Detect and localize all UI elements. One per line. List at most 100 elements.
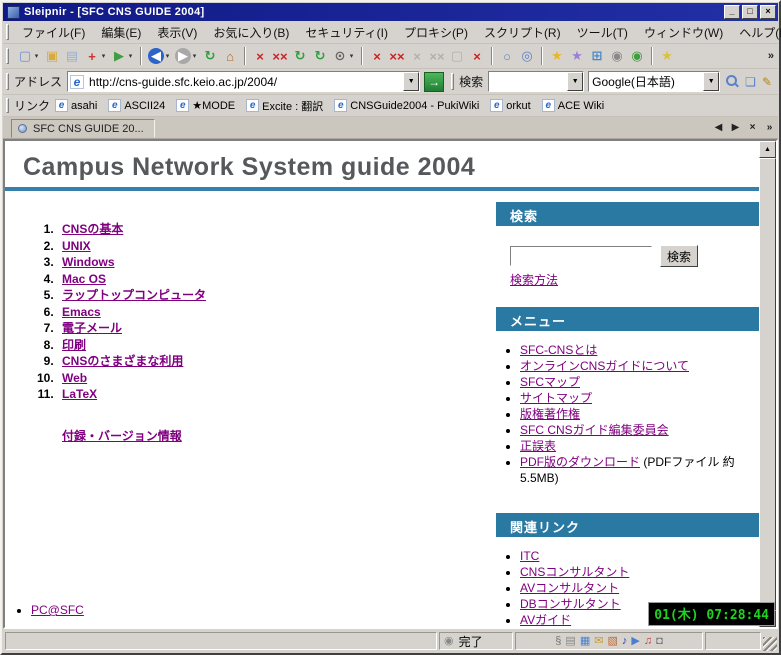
menu-item[interactable]: ウィンドウ(W)	[636, 22, 731, 43]
sidebar-menu-link[interactable]: SFCマップ	[520, 375, 580, 389]
close-window-button[interactable]: ×	[367, 45, 387, 67]
sidebar-menu-link[interactable]: 正誤表	[520, 439, 556, 453]
toc-link[interactable]: Windows	[62, 255, 115, 269]
scrollbar-thumb[interactable]	[759, 158, 776, 610]
search-icon[interactable]	[726, 75, 739, 88]
addressbar-grip[interactable]	[6, 73, 9, 91]
toc-link[interactable]: Web	[62, 371, 87, 385]
close-all-windows-button[interactable]: ××	[387, 45, 407, 67]
tab-more-button[interactable]: »	[761, 120, 778, 136]
forward-button[interactable]: ▶▾	[173, 45, 200, 67]
linksbar-grip[interactable]	[6, 98, 9, 113]
toolbar-grip[interactable]	[6, 48, 9, 65]
related-link[interactable]: DBコンサルタント	[520, 597, 621, 611]
toolbar-overflow-button[interactable]: »	[768, 50, 774, 62]
mail-icon[interactable]: ✉	[594, 636, 603, 647]
tab-next-button[interactable]: ▶	[727, 120, 744, 136]
back-button[interactable]: ◀▾	[146, 45, 173, 67]
menubar-grip[interactable]	[6, 24, 9, 39]
import-button[interactable]: +▾	[82, 45, 109, 67]
sidebar-menu-link[interactable]: オンラインCNSガイドについて	[520, 359, 689, 373]
new-document-button[interactable]: ▢▾	[15, 45, 42, 67]
appendix-link[interactable]: 付録・バージョン情報	[62, 427, 182, 444]
tab-sfc-cns-guide[interactable]: SFC CNS GUIDE 20...	[11, 119, 155, 138]
video-icon[interactable]: ▶	[631, 636, 639, 647]
toc-link[interactable]: Emacs	[62, 305, 101, 319]
menu-item[interactable]: ファイル(F)	[14, 22, 93, 43]
scroll-up-button[interactable]: ▲	[759, 141, 776, 158]
close-others-button[interactable]: ×	[467, 45, 487, 67]
go-button[interactable]: →	[424, 72, 444, 92]
sidebar-menu-link[interactable]: サイトマップ	[520, 391, 592, 405]
sidebar-search-input[interactable]	[510, 246, 652, 266]
toc-link[interactable]: LaTeX	[62, 387, 97, 401]
sidebar-menu-link[interactable]: PDF版のダウンロード	[520, 455, 640, 469]
toc-link[interactable]: CNSの基本	[62, 222, 123, 236]
window-resize-grip[interactable]	[763, 637, 777, 651]
open-document-button[interactable]: ▣	[42, 45, 62, 67]
close-right-button[interactable]: ××	[427, 45, 447, 67]
script-icon[interactable]: §	[555, 636, 561, 647]
links-bar-link[interactable]: e ASCII24	[108, 99, 165, 112]
history-button[interactable]: ⊙▾	[330, 45, 357, 67]
search-help-link[interactable]: 検索方法	[510, 271, 558, 288]
menu-item[interactable]: 編集(E)	[93, 22, 149, 43]
picture-icon[interactable]: ▧	[607, 636, 617, 647]
menu-item[interactable]: 表示(V)	[149, 22, 205, 43]
menu-item[interactable]: ヘルプ(H)	[731, 22, 781, 43]
toc-link[interactable]: 電子メール	[62, 321, 122, 335]
toc-link[interactable]: 印刷	[62, 338, 86, 352]
find-in-page-button[interactable]: ◎	[517, 45, 537, 67]
minimize-button[interactable]: _	[724, 5, 740, 19]
menu-item[interactable]: ツール(T)	[569, 22, 636, 43]
links-bar-link[interactable]: e orkut	[490, 99, 530, 112]
search-engine-combobox[interactable]: Google(日本語) ▼	[588, 71, 720, 92]
menu-item[interactable]: セキュリティ(I)	[297, 22, 396, 43]
search-query-dropdown-button[interactable]: ▼	[567, 72, 583, 91]
address-input[interactable]: e http://cns-guide.sfc.keio.ac.jp/2004/ …	[67, 71, 420, 92]
add-favorite-button[interactable]: ★	[657, 45, 677, 67]
find-button[interactable]: ○	[497, 45, 517, 67]
toc-link[interactable]: ラップトップコンピュータ	[62, 288, 206, 302]
sidebar-menu-link[interactable]: SFC CNSガイド編集委員会	[520, 423, 669, 437]
tab-prev-button[interactable]: ◀	[710, 120, 727, 136]
home-button[interactable]: ⌂	[220, 45, 240, 67]
globe-button[interactable]: ◉	[627, 45, 647, 67]
search-engine-dropdown-button[interactable]: ▼	[703, 72, 719, 91]
search-query-combobox[interactable]: ▼	[488, 71, 584, 92]
favorites-groups-button[interactable]: ★	[567, 45, 587, 67]
links-bar-link[interactable]: e Excite : 翻訳	[246, 98, 323, 114]
stop-button[interactable]: ×	[250, 45, 270, 67]
footer-link[interactable]: PC@SFC	[31, 603, 84, 617]
highlight-icon[interactable]: ✎	[762, 75, 772, 89]
close-button[interactable]: ×	[760, 5, 776, 19]
related-link[interactable]: ITC	[520, 549, 539, 563]
lock-icon[interactable]: ◘	[656, 636, 663, 647]
tab-close-button[interactable]: ×	[744, 120, 761, 136]
menu-item[interactable]: スクリプト(R)	[476, 22, 569, 43]
toc-link[interactable]: UNIX	[62, 239, 91, 253]
copy-document-button[interactable]: ▤	[62, 45, 82, 67]
toc-link[interactable]: CNSのさまざまな利用	[62, 354, 183, 368]
document-icon[interactable]: ▤	[565, 636, 575, 647]
links-bar-link[interactable]: e asahi	[55, 99, 97, 112]
search-in-page-icon[interactable]: ❏	[745, 75, 756, 89]
links-bar-link[interactable]: e CNSGuide2004 - PukiWiki	[334, 99, 479, 112]
sidebar-search-button[interactable]: 検索	[660, 245, 698, 267]
sound-icon[interactable]: ♫	[644, 636, 652, 647]
reload-all-button[interactable]: ↻	[310, 45, 330, 67]
refresh-button[interactable]: ↻	[200, 45, 220, 67]
links-bar-link[interactable]: e ACE Wiki	[542, 99, 604, 112]
address-dropdown-button[interactable]: ▼	[403, 72, 419, 91]
restore-window-button[interactable]: ▢	[447, 45, 467, 67]
links-bar-link[interactable]: e ★MODE	[176, 99, 235, 112]
sidebar-menu-link[interactable]: 版権著作権	[520, 407, 580, 421]
favorites-button[interactable]: ★	[547, 45, 567, 67]
reload-button[interactable]: ↻	[290, 45, 310, 67]
image-icon[interactable]: ▦	[580, 636, 590, 647]
related-link[interactable]: AVガイド	[520, 613, 571, 627]
offline-globe-button[interactable]: ◉	[607, 45, 627, 67]
toc-link[interactable]: Mac OS	[62, 272, 106, 286]
close-left-button[interactable]: ×	[407, 45, 427, 67]
searchbar-grip[interactable]	[451, 73, 454, 91]
